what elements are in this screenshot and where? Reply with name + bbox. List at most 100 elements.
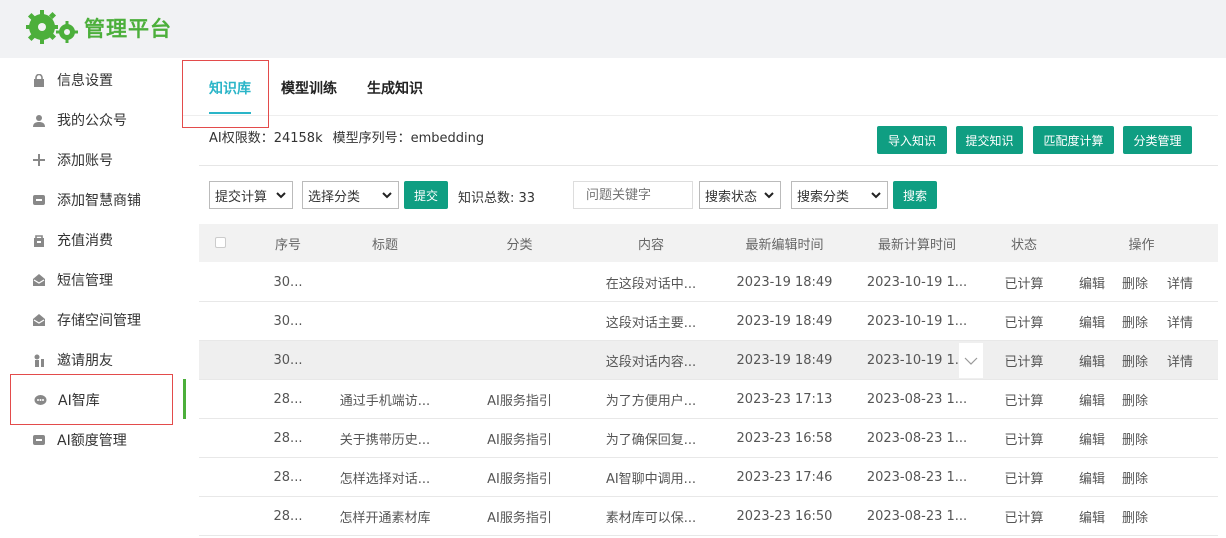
cell-id: 28...	[273, 470, 303, 485]
sidebar-item-add-account[interactable]: 添加账号	[10, 140, 180, 180]
tab-highlight-box	[182, 60, 269, 128]
mail-icon	[32, 313, 46, 327]
delete-link[interactable]: 删除	[1122, 497, 1148, 536]
match-calc-button[interactable]: 匹配度计算	[1033, 126, 1114, 154]
edit-link[interactable]: 编辑	[1079, 380, 1105, 419]
submit-knowledge-button[interactable]: 提交知识	[956, 126, 1023, 154]
tab-model-training[interactable]: 模型训练	[281, 60, 337, 116]
chevron-down-icon	[276, 192, 286, 199]
edit-link[interactable]: 编辑	[1079, 419, 1105, 458]
sidebar-item-info-settings[interactable]: 信息设置	[10, 60, 180, 100]
cell-edit-time: 2023-23 17:46	[736, 470, 833, 485]
gear-logo-icon	[26, 10, 78, 44]
cell-edit-time: 2023-19 18:49	[736, 314, 833, 329]
delete-link[interactable]: 删除	[1122, 419, 1148, 458]
sidebar-item-recharge[interactable]: 充值消费	[10, 220, 180, 260]
tab-generate-knowledge[interactable]: 生成知识	[367, 60, 423, 116]
delete-link[interactable]: 删除	[1122, 302, 1148, 341]
cell-content: AI智聊中调用...	[605, 472, 697, 487]
mail-icon	[32, 273, 46, 287]
sidebar-item-label: 短信管理	[57, 273, 113, 289]
edit-link[interactable]: 编辑	[1079, 497, 1105, 536]
cell-compute-time: 2023-08-23 1...	[866, 509, 968, 524]
search-category-select[interactable]: 搜索分类	[791, 181, 888, 209]
delete-link[interactable]: 删除	[1122, 380, 1148, 419]
compute-select[interactable]: 提交计算	[209, 181, 293, 209]
cell-edit-time: 2023-19 18:49	[736, 353, 833, 368]
detail-link[interactable]: 详情	[1167, 302, 1193, 341]
search-button[interactable]: 搜索	[893, 181, 937, 209]
table-header: 序号 标题 分类 内容 最新编辑时间 最新计算时间 状态 操作	[199, 224, 1218, 262]
box-icon	[32, 193, 46, 207]
sidebar-item-add-store[interactable]: 添加智慧商铺	[10, 180, 180, 220]
sidebar-item-label: 邀请朋友	[57, 353, 113, 369]
cell-category: AI服务指引	[487, 394, 552, 409]
sidebar-item-sms[interactable]: 短信管理	[10, 260, 180, 300]
cell-title	[325, 302, 445, 341]
edit-link[interactable]: 编辑	[1079, 263, 1105, 302]
edit-link[interactable]: 编辑	[1079, 341, 1105, 380]
category-select-value: 选择分类	[308, 189, 361, 205]
select-all-checkbox[interactable]	[215, 237, 226, 248]
cell-category	[467, 302, 572, 341]
delete-link[interactable]: 删除	[1122, 458, 1148, 497]
cell-content: 为了确保回复...	[605, 433, 697, 448]
sidebar-item-ai-library[interactable]: AI智库	[10, 374, 173, 425]
cell-category	[467, 263, 572, 302]
delete-link[interactable]: 删除	[1122, 263, 1148, 302]
submit-filter-button[interactable]: 提交	[404, 181, 448, 209]
search-category-value: 搜索分类	[797, 189, 850, 205]
cell-edit-time: 2023-19 18:49	[736, 275, 833, 290]
cell-title: 通过手机端访...	[339, 394, 431, 409]
cell-id: 30...	[273, 314, 303, 329]
cell-edit-time: 2023-23 16:58	[736, 431, 833, 446]
sidebar-item-my-accounts[interactable]: 我的公众号	[10, 100, 180, 140]
cell-edit-time: 2023-23 17:13	[736, 392, 833, 407]
status-select[interactable]: 搜索状态	[699, 181, 781, 209]
col-id: 序号	[274, 237, 301, 253]
cell-status: 已计算	[1004, 511, 1044, 526]
lock-icon	[32, 73, 46, 87]
sidebar-item-label: 添加账号	[57, 153, 113, 169]
edit-link[interactable]: 编辑	[1079, 458, 1105, 497]
cell-edit-time: 2023-23 16:50	[736, 509, 833, 524]
sidebar-item-ai-quota[interactable]: AI额度管理	[10, 420, 180, 460]
keyword-search-input[interactable]	[573, 181, 693, 209]
table-row: 30... 这段对话主要... 2023-19 18:49 2023-10-19…	[199, 302, 1218, 341]
knowledge-count: 知识总数: 33	[458, 191, 536, 206]
detail-link[interactable]: 详情	[1167, 263, 1193, 302]
expand-chevron-icon[interactable]	[959, 343, 983, 378]
table-row: 28... 怎样选择对话... AI服务指引 AI智聊中调用... 2023-2…	[199, 458, 1218, 497]
cell-category: AI服务指引	[487, 511, 552, 526]
col-actions: 操作	[1128, 237, 1155, 253]
cell-status: 已计算	[1004, 355, 1044, 370]
user-icon	[32, 113, 46, 127]
category-manage-button[interactable]: 分类管理	[1123, 126, 1192, 154]
detail-link[interactable]: 详情	[1167, 341, 1193, 380]
cell-content: 这段对话内容...	[605, 355, 697, 370]
category-select[interactable]: 选择分类	[302, 181, 399, 209]
col-title: 标题	[371, 237, 398, 253]
col-status: 状态	[1010, 237, 1037, 253]
cell-category: AI服务指引	[487, 433, 552, 448]
top-bar: 管理平台	[0, 0, 1226, 58]
sidebar-item-label: 添加智慧商铺	[57, 193, 141, 209]
cell-id: 28...	[273, 509, 303, 524]
compute-select-value: 提交计算	[215, 189, 268, 205]
cell-id: 28...	[273, 392, 303, 407]
sidebar-item-label: 信息设置	[57, 73, 113, 89]
sidebar: 信息设置 我的公众号 添加账号 添加智慧商铺 充值消费 短信管理 存储空间管理 …	[10, 60, 185, 538]
edit-link[interactable]: 编辑	[1079, 302, 1105, 341]
import-knowledge-button[interactable]: 导入知识	[877, 126, 947, 154]
sidebar-item-label: 充值消费	[57, 233, 113, 249]
tab-bar: 知识库 模型训练 生成知识	[183, 60, 1218, 116]
sidebar-item-storage[interactable]: 存储空间管理	[10, 300, 180, 340]
cell-compute-time: 2023-08-23 1...	[866, 431, 968, 446]
box-icon	[32, 433, 46, 447]
table-row: 30... 在这段对话中... 2023-19 18:49 2023-10-19…	[199, 263, 1218, 302]
cell-id: 28...	[273, 431, 303, 446]
chevron-down-icon	[764, 192, 774, 199]
model-serial-text: 模型序列号：embedding	[332, 131, 485, 146]
delete-link[interactable]: 删除	[1122, 341, 1148, 380]
cell-status: 已计算	[1004, 433, 1044, 448]
